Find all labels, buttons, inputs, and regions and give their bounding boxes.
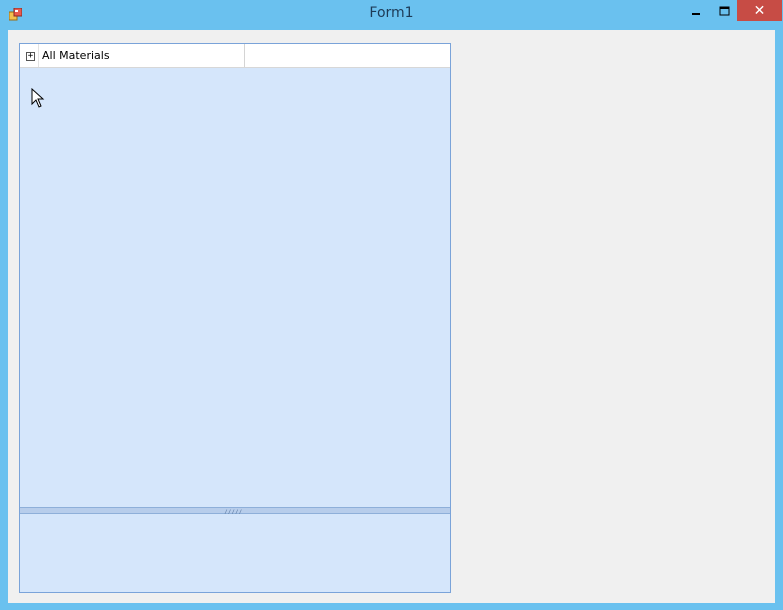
close-button[interactable]: ✕ — [737, 0, 782, 21]
expand-plus-icon[interactable]: + — [26, 52, 35, 61]
column-separator[interactable] — [244, 44, 245, 67]
minimize-icon — [692, 12, 700, 15]
mouse-cursor-icon — [31, 88, 45, 108]
panel-splitter[interactable]: ///// — [20, 507, 450, 516]
minimize-button[interactable] — [681, 0, 711, 21]
details-pane[interactable] — [20, 514, 450, 592]
tree-row-all-materials[interactable]: + All Materials — [20, 44, 450, 68]
maximize-icon — [719, 6, 729, 15]
window-title: Form1 — [369, 5, 414, 21]
title-bar[interactable]: Form1 ✕ — [0, 0, 783, 30]
form-client-area: + All Materials ///// — [8, 30, 775, 603]
form-window: Form1 ✕ + All Materials ///// — [0, 0, 783, 610]
close-icon: ✕ — [753, 2, 766, 19]
materials-tree-panel[interactable]: + All Materials ///// — [19, 43, 451, 593]
column-separator — [38, 44, 39, 67]
tree-node-label[interactable]: All Materials — [42, 49, 110, 62]
maximize-button[interactable] — [710, 0, 738, 21]
